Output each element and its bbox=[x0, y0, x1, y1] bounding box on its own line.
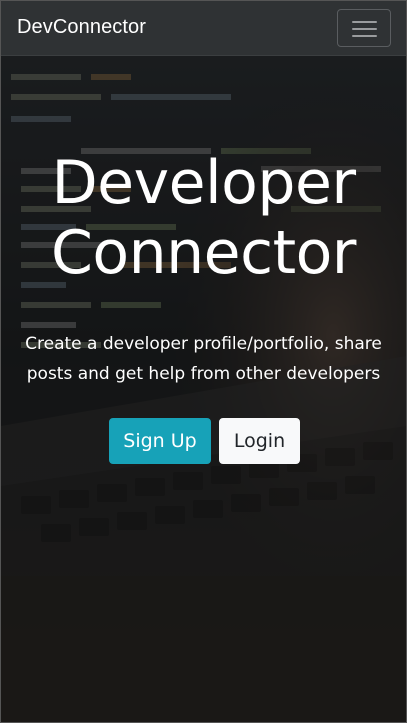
landing-content: Developer Connector Create a developer p… bbox=[1, 56, 406, 722]
login-button[interactable]: Login bbox=[219, 418, 300, 464]
page-title: Developer Connector bbox=[51, 148, 356, 288]
app-page: DevConnector Developer Connector Create … bbox=[0, 0, 407, 723]
signup-button[interactable]: Sign Up bbox=[109, 418, 211, 464]
navbar: DevConnector bbox=[1, 1, 406, 56]
hero-lead-text: Create a developer profile/portfolio, sh… bbox=[25, 334, 382, 384]
landing-hero: Developer Connector Create a developer p… bbox=[1, 56, 406, 722]
brand-link[interactable]: DevConnector bbox=[17, 16, 146, 39]
navbar-toggler-button[interactable] bbox=[337, 9, 391, 47]
